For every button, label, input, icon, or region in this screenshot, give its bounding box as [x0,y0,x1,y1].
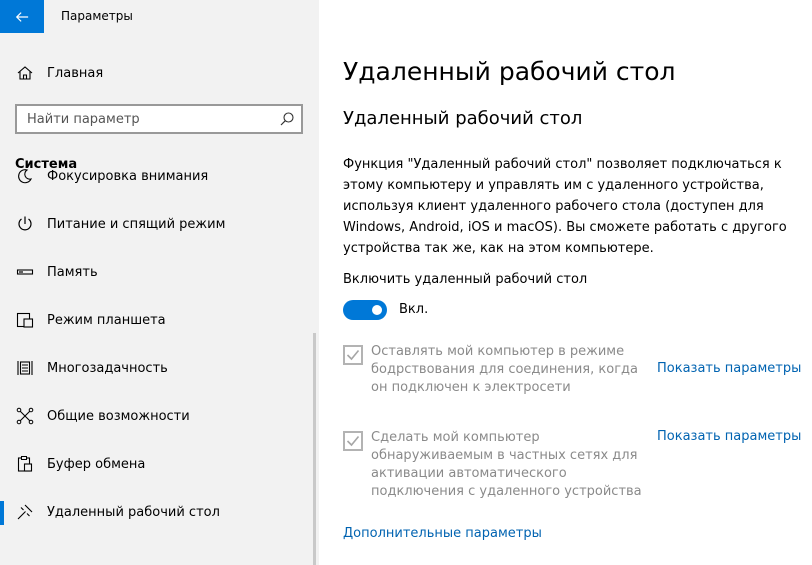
sidebar-item-storage[interactable]: Память [0,248,319,296]
sidebar-item-label: Режим планшета [47,312,166,328]
storage-icon [16,263,34,281]
sidebar-item-label: Память [47,264,98,280]
tablet-mode-icon [16,311,34,329]
option-discoverable: Сделать мой компьютер обнаруживаемым в ч… [343,429,803,505]
checkmark-icon [346,349,360,361]
search-icon[interactable] [279,111,295,127]
moon-icon [16,167,34,185]
sidebar-item-label: Многозадачность [47,360,168,376]
option-keep-awake: Оставлять мой компьютер в режиме бодрств… [343,343,803,403]
nav-home[interactable]: Главная [0,56,319,90]
sidebar-item-tablet-mode[interactable]: Режим планшета [0,296,319,344]
sidebar-scrollbar[interactable] [313,333,316,565]
multitasking-icon [16,359,34,377]
sidebar: Параметры Главная Система Фокусировка вн… [0,0,319,565]
advanced-settings-link[interactable]: Дополнительные параметры [343,526,542,541]
settings-window: Параметры Главная Система Фокусировка вн… [0,0,812,565]
power-icon [16,215,34,233]
sidebar-item-power-sleep[interactable]: Питание и спящий режим [0,200,319,248]
keep-awake-checkbox[interactable] [343,345,363,365]
sidebar-item-label: Питание и спящий режим [47,216,226,232]
sidebar-item-label: Общие возможности [47,408,190,424]
toggle-state-text: Вкл. [399,302,429,317]
remote-desktop-icon [16,503,34,521]
toggle-knob [372,305,382,315]
section-heading: Удаленный рабочий стол [343,108,583,129]
sidebar-item-focus-assist[interactable]: Фокусировка внимания [0,152,319,200]
discoverable-checkbox[interactable] [343,431,363,451]
show-settings-link[interactable]: Показать параметры [657,361,801,376]
sidebar-item-label: Буфер обмена [47,456,146,472]
sidebar-item-multitasking[interactable]: Многозадачность [0,344,319,392]
sidebar-item-label: Фокусировка внимания [47,168,209,184]
back-button[interactable] [0,0,44,33]
search-box[interactable] [15,104,303,134]
active-indicator [0,501,4,525]
sidebar-item-shared-experiences[interactable]: Общие возможности [0,392,319,440]
back-arrow-icon [15,11,29,22]
nav-list: Фокусировка внимания Питание и спящий ре… [0,169,319,536]
page-title: Удаленный рабочий стол [343,57,676,86]
checkmark-icon [346,435,360,447]
shared-experiences-icon [16,407,34,425]
main-content: Удаленный рабочий стол Удаленный рабочий… [319,0,812,565]
description-text: Функция "Удаленный рабочий стол" позволя… [343,157,787,256]
sidebar-item-remote-desktop[interactable]: Удаленный рабочий стол [0,488,319,536]
remote-desktop-toggle[interactable] [343,300,387,320]
toggle-label: Включить удаленный рабочий стол [343,272,588,287]
sidebar-item-clipboard[interactable]: Буфер обмена [0,440,319,488]
clipboard-icon [16,455,34,473]
sidebar-item-label: Удаленный рабочий стол [47,504,220,520]
app-title: Параметры [61,9,133,23]
home-icon [16,64,34,82]
option-text: Оставлять мой компьютер в режиме бодрств… [371,344,638,395]
show-settings-link[interactable]: Показать параметры [657,429,801,444]
search-input[interactable] [17,106,267,132]
nav-home-label: Главная [47,65,104,81]
option-text: Сделать мой компьютер обнаруживаемым в ч… [371,430,642,499]
